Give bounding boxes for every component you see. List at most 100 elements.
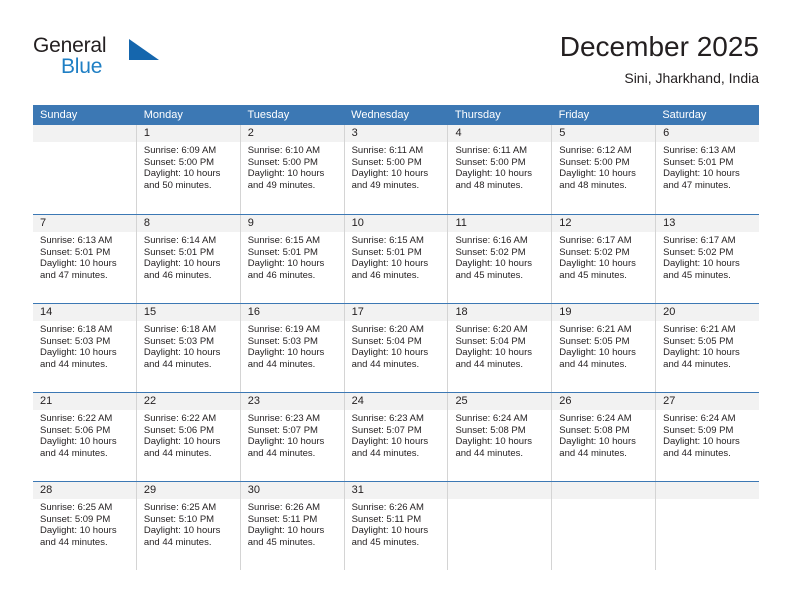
daylight-text: Daylight: 10 hours and 44 minutes. bbox=[455, 436, 533, 459]
calendar-week-row: 1 Sunrise: 6:09 AM Sunset: 5:00 PM Daylight… bbox=[33, 125, 760, 214]
calendar-day-cell[interactable]: 30 Sunrise: 6:26 AM Sunset: 5:11 PM Dayligh… bbox=[239, 482, 344, 570]
sunrise-text: Sunrise: 6:17 AM bbox=[559, 235, 632, 246]
calendar-day-cell[interactable]: 17 Sunrise: 6:20 AM Sunset: 5:04 PM Dayligh… bbox=[343, 304, 448, 392]
day-number: 20 bbox=[656, 304, 760, 321]
day-number: 15 bbox=[136, 304, 240, 321]
day-number: 18 bbox=[448, 304, 552, 321]
calendar-day-cell[interactable]: 9 Sunrise: 6:15 AM Sunset: 5:01 PM Daylight… bbox=[239, 215, 344, 303]
sunset-text: Sunset: 5:11 PM bbox=[247, 513, 318, 525]
daylight-text: Daylight: 10 hours and 49 minutes. bbox=[351, 168, 429, 191]
sunset-text: Sunset: 5:07 PM bbox=[247, 424, 318, 436]
day-number: 17 bbox=[344, 304, 448, 321]
calendar-day-cell[interactable]: 3 Sunrise: 6:11 AM Sunset: 5:00 PM Daylight… bbox=[343, 125, 448, 214]
daylight-text: Daylight: 10 hours and 47 minutes. bbox=[40, 258, 117, 281]
daylight-text: Daylight: 10 hours and 45 minutes. bbox=[351, 525, 429, 548]
day-number: 12 bbox=[552, 215, 656, 232]
day-details: Sunrise: 6:15 AM Sunset: 5:01 PM Daylight:… bbox=[345, 232, 448, 281]
sunset-text: Sunset: 5:04 PM bbox=[455, 335, 526, 347]
calendar-day-cell[interactable]: 16 Sunrise: 6:19 AM Sunset: 5:03 PM Dayligh… bbox=[239, 304, 344, 392]
day-details: Sunrise: 6:17 AM Sunset: 5:02 PM Daylight:… bbox=[552, 232, 655, 281]
sunrise-text: Sunrise: 6:18 AM bbox=[40, 324, 113, 335]
day-number bbox=[552, 482, 656, 499]
calendar-day-cell[interactable]: 7 Sunrise: 6:13 AM Sunset: 5:01 PM Daylight… bbox=[33, 215, 136, 303]
calendar-day-cell[interactable]: 26 Sunrise: 6:24 AM Sunset: 5:08 PM Dayligh… bbox=[551, 393, 656, 481]
page-subtitle: Sini, Jharkhand, India bbox=[624, 70, 759, 86]
day-details: Sunrise: 6:13 AM Sunset: 5:01 PM Daylight:… bbox=[33, 232, 136, 281]
day-details: Sunrise: 6:13 AM Sunset: 5:01 PM Daylight:… bbox=[656, 142, 759, 191]
sunset-text: Sunset: 5:06 PM bbox=[40, 424, 111, 436]
day-details: Sunrise: 6:19 AM Sunset: 5:03 PM Daylight:… bbox=[241, 321, 344, 370]
sunrise-text: Sunrise: 6:20 AM bbox=[455, 324, 528, 335]
sunrise-text: Sunrise: 6:15 AM bbox=[247, 235, 321, 246]
page-title: December 2025 bbox=[559, 31, 759, 62]
calendar-day-cell[interactable]: 2 Sunrise: 6:10 AM Sunset: 5:00 PM Daylight… bbox=[239, 125, 344, 214]
sunset-text: Sunset: 5:01 PM bbox=[247, 246, 318, 258]
daylight-text: Daylight: 10 hours and 45 minutes. bbox=[247, 525, 325, 548]
calendar-day-cell-empty bbox=[33, 125, 136, 214]
calendar-week-row: 21 Sunrise: 6:22 AM Sunset: 5:06 PM Dayligh… bbox=[33, 392, 760, 481]
calendar-day-cell[interactable]: 11 Sunrise: 6:16 AM Sunset: 5:02 PM Dayligh… bbox=[447, 215, 552, 303]
sunset-text: Sunset: 5:09 PM bbox=[663, 424, 734, 436]
sunset-text: Sunset: 5:03 PM bbox=[247, 335, 318, 347]
calendar-day-cell[interactable]: 10 Sunrise: 6:15 AM Sunset: 5:01 PM Dayligh… bbox=[343, 215, 448, 303]
day-number bbox=[448, 482, 552, 499]
calendar-day-cell[interactable]: 12 Sunrise: 6:17 AM Sunset: 5:02 PM Dayligh… bbox=[551, 215, 656, 303]
calendar-day-cell[interactable]: 13 Sunrise: 6:17 AM Sunset: 5:02 PM Dayligh… bbox=[655, 215, 760, 303]
calendar-day-cell[interactable]: 15 Sunrise: 6:18 AM Sunset: 5:03 PM Dayligh… bbox=[135, 304, 240, 392]
calendar-week-row: 28 Sunrise: 6:25 AM Sunset: 5:09 PM Dayligh… bbox=[33, 481, 760, 570]
day-number bbox=[33, 125, 136, 142]
weekday-header-row: Sunday Monday Tuesday Wednesday Thursday Frid… bbox=[33, 105, 759, 125]
daylight-text: Daylight: 10 hours and 46 minutes. bbox=[143, 258, 221, 281]
calendar-day-cell[interactable]: 27 Sunrise: 6:24 AM Sunset: 5:09 PM Dayligh… bbox=[655, 393, 760, 481]
sunset-text: Sunset: 5:01 PM bbox=[143, 246, 215, 258]
day-number: 2 bbox=[240, 125, 344, 142]
calendar-day-cell[interactable]: 8 Sunrise: 6:14 AM Sunset: 5:01 PM Daylight… bbox=[135, 215, 240, 303]
blue-triangle-icon bbox=[129, 39, 159, 60]
calendar-day-cell[interactable]: 18 Sunrise: 6:20 AM Sunset: 5:04 PM Dayligh… bbox=[447, 304, 552, 392]
day-details: Sunrise: 6:11 AM Sunset: 5:00 PM Daylight:… bbox=[345, 142, 448, 191]
sunrise-text: Sunrise: 6:25 AM bbox=[40, 502, 113, 513]
sunset-text: Sunset: 5:04 PM bbox=[351, 335, 422, 347]
calendar-day-cell[interactable]: 23 Sunrise: 6:23 AM Sunset: 5:07 PM Dayligh… bbox=[239, 393, 344, 481]
calendar-day-cell[interactable]: 21 Sunrise: 6:22 AM Sunset: 5:06 PM Dayligh… bbox=[33, 393, 136, 481]
day-details: Sunrise: 6:12 AM Sunset: 5:00 PM Daylight:… bbox=[552, 142, 655, 191]
calendar-day-cell[interactable]: 19 Sunrise: 6:21 AM Sunset: 5:05 PM Dayligh… bbox=[551, 304, 656, 392]
calendar-day-cell[interactable]: 24 Sunrise: 6:23 AM Sunset: 5:07 PM Dayligh… bbox=[343, 393, 448, 481]
sunrise-text: Sunrise: 6:23 AM bbox=[351, 413, 424, 424]
day-details: Sunrise: 6:24 AM Sunset: 5:09 PM Daylight:… bbox=[656, 410, 759, 459]
calendar-day-cell[interactable]: 20 Sunrise: 6:21 AM Sunset: 5:05 PM Dayligh… bbox=[655, 304, 760, 392]
daylight-text: Daylight: 10 hours and 45 minutes. bbox=[663, 258, 740, 281]
sunrise-text: Sunrise: 6:26 AM bbox=[351, 502, 424, 513]
sunset-text: Sunset: 5:11 PM bbox=[351, 513, 422, 525]
daylight-text: Daylight: 10 hours and 44 minutes. bbox=[247, 347, 325, 370]
day-details: Sunrise: 6:17 AM Sunset: 5:02 PM Daylight:… bbox=[656, 232, 759, 281]
day-details: Sunrise: 6:25 AM Sunset: 5:09 PM Daylight:… bbox=[33, 499, 136, 548]
sunset-text: Sunset: 5:05 PM bbox=[559, 335, 630, 347]
calendar-day-cell[interactable]: 5 Sunrise: 6:12 AM Sunset: 5:00 PM Daylight… bbox=[551, 125, 656, 214]
day-details: Sunrise: 6:09 AM Sunset: 5:00 PM Daylight:… bbox=[137, 142, 240, 191]
sunrise-text: Sunrise: 6:21 AM bbox=[663, 324, 736, 335]
sunset-text: Sunset: 5:08 PM bbox=[559, 424, 630, 436]
calendar-day-cell[interactable]: 6 Sunrise: 6:13 AM Sunset: 5:01 PM Daylight… bbox=[655, 125, 760, 214]
calendar-day-cell[interactable]: 4 Sunrise: 6:11 AM Sunset: 5:00 PM Daylight… bbox=[447, 125, 552, 214]
general-blue-logo[interactable]: General Blue bbox=[33, 34, 213, 88]
calendar-day-cell[interactable]: 29 Sunrise: 6:25 AM Sunset: 5:10 PM Dayligh… bbox=[135, 482, 240, 570]
calendar-day-cell[interactable]: 25 Sunrise: 6:24 AM Sunset: 5:08 PM Dayligh… bbox=[447, 393, 552, 481]
calendar-day-cell[interactable]: 1 Sunrise: 6:09 AM Sunset: 5:00 PM Daylight… bbox=[135, 125, 240, 214]
day-number: 31 bbox=[344, 482, 448, 499]
calendar-day-cell[interactable]: 28 Sunrise: 6:25 AM Sunset: 5:09 PM Dayligh… bbox=[33, 482, 136, 570]
weekday-header-thursday: Thursday bbox=[454, 109, 501, 121]
daylight-text: Daylight: 10 hours and 44 minutes. bbox=[663, 347, 740, 370]
sunrise-text: Sunrise: 6:22 AM bbox=[40, 413, 113, 424]
day-details bbox=[656, 499, 759, 502]
calendar-day-cell[interactable]: 14 Sunrise: 6:18 AM Sunset: 5:03 PM Dayligh… bbox=[33, 304, 136, 392]
daylight-text: Daylight: 10 hours and 44 minutes. bbox=[40, 436, 117, 459]
calendar-day-cell-empty bbox=[655, 482, 760, 570]
day-details bbox=[33, 142, 136, 145]
calendar-day-cell[interactable]: 31 Sunrise: 6:26 AM Sunset: 5:11 PM Dayligh… bbox=[343, 482, 448, 570]
day-number: 30 bbox=[240, 482, 344, 499]
sunrise-text: Sunrise: 6:26 AM bbox=[247, 502, 321, 513]
calendar-day-cell[interactable]: 22 Sunrise: 6:22 AM Sunset: 5:06 PM Dayligh… bbox=[135, 393, 240, 481]
daylight-text: Daylight: 10 hours and 44 minutes. bbox=[455, 347, 533, 370]
day-details: Sunrise: 6:20 AM Sunset: 5:04 PM Daylight:… bbox=[345, 321, 448, 370]
